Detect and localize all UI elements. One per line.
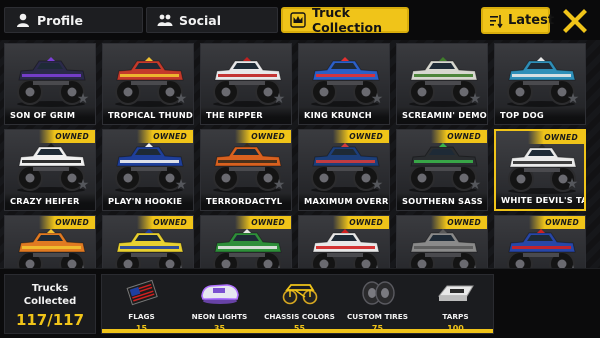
favorite-star-icon[interactable]: ★ — [565, 177, 579, 191]
person-icon — [15, 12, 31, 28]
tab-truck-collection[interactable]: Truck Collection — [281, 5, 409, 35]
truck-grid[interactable]: ★SON OF GRIM★TROPICAL THUNDER★THE RIPPER… — [0, 40, 600, 268]
close-icon[interactable] — [560, 6, 590, 36]
truck-card[interactable]: OWNED★ — [200, 215, 292, 268]
truck-card[interactable]: OWNED★MAXIMUM OVERRIDE — [298, 129, 390, 211]
favorite-star-icon[interactable]: ★ — [174, 178, 188, 192]
favorite-star-icon[interactable]: ★ — [76, 178, 90, 192]
flag-icon — [126, 279, 158, 306]
favorite-star-icon[interactable]: ★ — [468, 178, 482, 192]
chassis-icon — [282, 284, 318, 305]
monster-truck-image — [115, 229, 184, 268]
truck-card[interactable]: OWNED ★ PLAY'N HOOKIE — [102, 129, 194, 211]
tab-social[interactable]: Social — [146, 7, 278, 33]
collection-panel: TrucksCollected 117/117 FLAGS 15 NEON LI… — [0, 268, 600, 338]
sort-button[interactable]: Latest — [481, 7, 554, 34]
truck-card[interactable]: OWNED★ — [494, 215, 586, 268]
truck-card[interactable]: ★ KING KRUNCH — [298, 43, 390, 125]
truck-name: CRAZY HEIFER — [5, 193, 95, 210]
reward-tarps: TARPS 100 — [418, 275, 493, 335]
favorite-star-icon[interactable]: ★ — [272, 178, 286, 192]
truck-card[interactable]: OWNED★WHITE DEVIL'S TAXI — [494, 129, 586, 211]
truck-card[interactable]: OWNED ★ SOUTHERN SASS — [396, 129, 488, 211]
tab-social-label: Social — [179, 12, 222, 28]
reward-custom-tires: CUSTOM TIRES 75 — [340, 275, 415, 335]
truck-name: KING KRUNCH — [299, 107, 389, 124]
favorite-star-icon[interactable]: ★ — [468, 92, 482, 106]
reward-label: FLAGS — [128, 312, 155, 321]
monster-truck-image — [507, 229, 576, 268]
truck-name: TOP DOG — [495, 107, 585, 124]
truck-name: MAXIMUM OVERRIDE — [299, 193, 389, 210]
truck-name: THE RIPPER — [201, 107, 291, 124]
trucks-collected-box: Trucks Collected 117/117 — [4, 274, 96, 334]
truck-card[interactable]: OWNED★ — [298, 215, 390, 268]
monster-truck-image — [311, 229, 380, 268]
reward-label: TARPS — [442, 312, 469, 321]
crown-icon — [290, 12, 306, 28]
favorite-star-icon[interactable]: ★ — [272, 92, 286, 106]
sort-label: Latest — [508, 13, 555, 28]
monster-truck-image — [213, 229, 282, 268]
truck-name: WHITE DEVIL'S TAXI — [496, 192, 584, 209]
truck-card[interactable]: ★ TOP DOG — [494, 43, 586, 125]
tab-profile-label: Profile — [37, 12, 83, 28]
collection-progress-bar — [102, 329, 493, 333]
truck-card[interactable]: OWNED★ — [396, 215, 488, 268]
favorite-star-icon[interactable]: ★ — [370, 178, 384, 192]
truck-card[interactable]: OWNED ★ CRAZY HEIFER — [4, 129, 96, 211]
truck-card[interactable]: ★ SON OF GRIM — [4, 43, 96, 125]
tab-truck-collection-label: Truck Collection — [312, 5, 382, 35]
collection-rewards: FLAGS 15 NEON LIGHTS 35 CHASSIS COLORS 5… — [101, 274, 494, 334]
favorite-star-icon[interactable]: ★ — [370, 92, 384, 106]
favorite-star-icon[interactable]: ★ — [174, 92, 188, 106]
monster-truck-image — [17, 229, 86, 268]
sort-icon — [489, 14, 503, 28]
favorite-star-icon[interactable]: ★ — [566, 92, 580, 106]
truck-collection-screen: Profile Social Truck Collection Latest ★… — [0, 0, 600, 338]
truck-card[interactable]: OWNED ★ TERRORDACTYL — [200, 129, 292, 211]
group-icon — [157, 12, 173, 28]
reward-label: CUSTOM TIRES — [346, 312, 409, 321]
monster-truck-image — [409, 229, 478, 268]
truck-name: SCREAMIN' DEMON — [397, 107, 487, 124]
tab-profile[interactable]: Profile — [4, 7, 143, 33]
truck-card[interactable]: ★TROPICAL THUNDER — [102, 43, 194, 125]
reward-chassis-colors: CHASSIS COLORS 55 — [262, 275, 337, 335]
reward-flags: FLAGS 15 — [104, 275, 179, 335]
truck-card[interactable]: OWNED★ — [102, 215, 194, 268]
neon-lights-icon — [201, 284, 239, 304]
trucks-collected-count: 117/117 — [15, 311, 85, 329]
favorite-star-icon[interactable]: ★ — [76, 92, 90, 106]
truck-name: PLAY'N HOOKIE — [103, 193, 193, 210]
reward-label: CHASSIS COLORS — [264, 312, 335, 321]
truck-card[interactable]: ★ SCREAMIN' DEMON — [396, 43, 488, 125]
truck-name: TROPICAL THUNDER — [103, 107, 193, 124]
truck-name: SON OF GRIM — [5, 107, 95, 124]
top-bar: Profile Social Truck Collection Latest — [0, 0, 600, 40]
tires-icon — [362, 281, 395, 305]
truck-name: TERRORDACTYL — [201, 193, 291, 210]
reward-neon-lights: NEON LIGHTS 35 — [182, 275, 257, 335]
truck-card[interactable]: ★ THE RIPPER — [200, 43, 292, 125]
trucks-collected-label: Trucks Collected — [23, 283, 77, 307]
tarp-icon — [437, 285, 474, 301]
reward-label: NEON LIGHTS — [191, 312, 248, 321]
truck-name: SOUTHERN SASS — [397, 193, 487, 210]
truck-card[interactable]: OWNED★ — [4, 215, 96, 268]
